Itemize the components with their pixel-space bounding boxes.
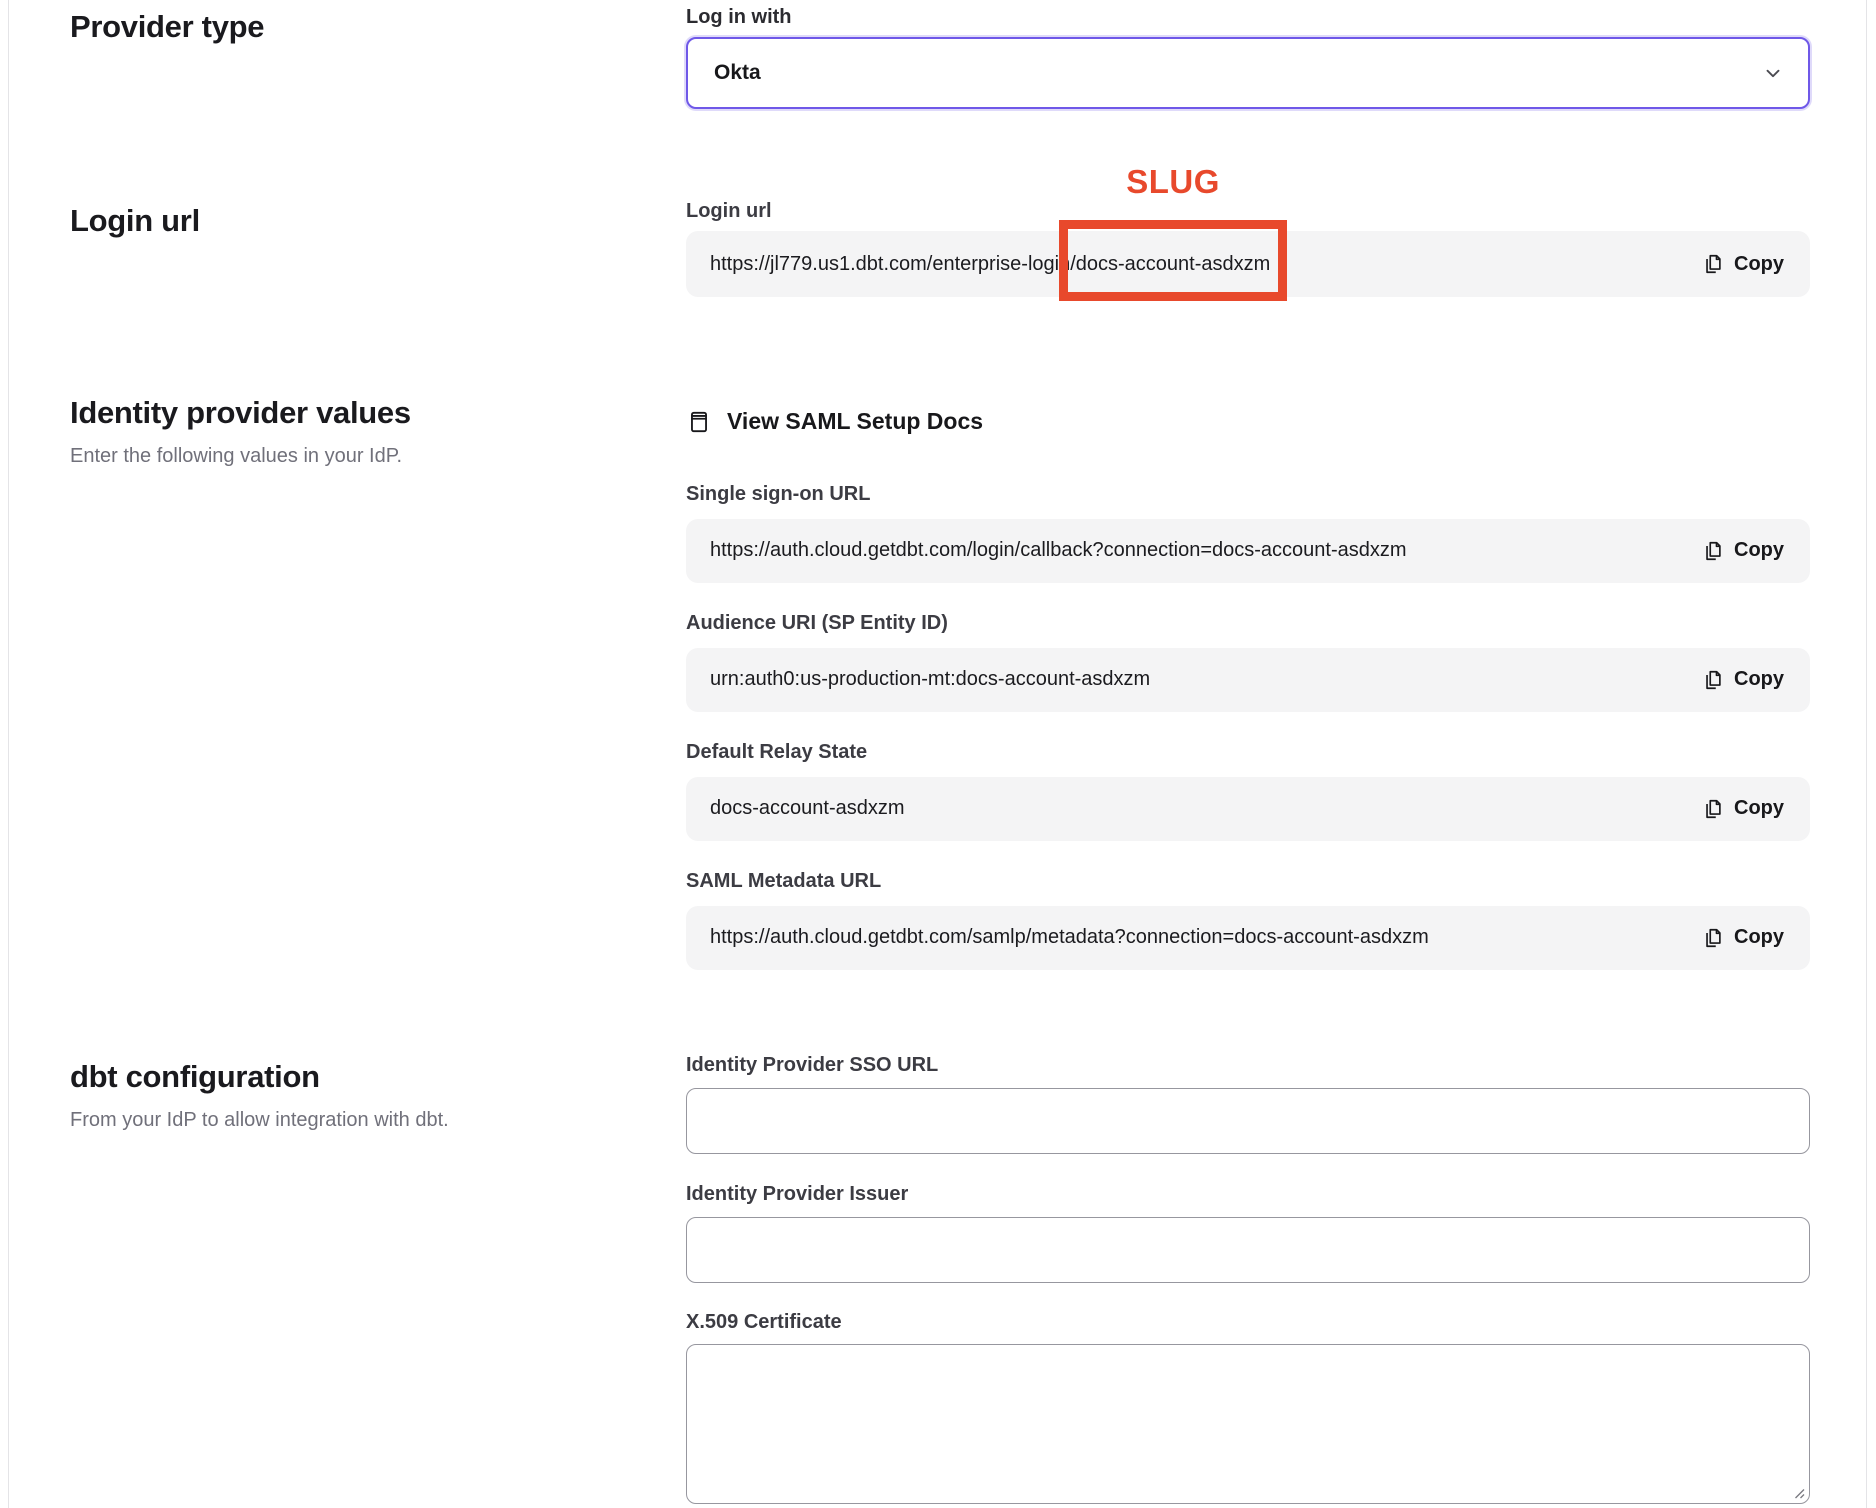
- card-edge-right: [1866, 0, 1867, 1508]
- login-url-field-label: Login url: [686, 199, 1810, 223]
- copy-icon: [1702, 669, 1724, 691]
- section-provider-type: Provider type Log in with Okta: [70, 0, 1810, 109]
- login-with-label: Log in with: [686, 5, 1810, 29]
- audience-uri-value: urn:auth0:us-production-mt:docs-account-…: [710, 668, 1150, 691]
- idp-values-heading: Identity provider values: [70, 394, 686, 432]
- copy-sso-url-button[interactable]: Copy: [1702, 539, 1784, 562]
- sso-url-field: https://auth.cloud.getdbt.com/login/call…: [686, 519, 1810, 583]
- copy-label: Copy: [1734, 539, 1784, 562]
- idp-issuer-input[interactable]: [686, 1217, 1810, 1283]
- copy-login-url-button[interactable]: Copy: [1702, 253, 1784, 276]
- saml-metadata-url-label: SAML Metadata URL: [686, 869, 1810, 893]
- idp-values-subheading: Enter the following values in your IdP.: [70, 443, 686, 469]
- audience-uri-field: urn:auth0:us-production-mt:docs-account-…: [686, 648, 1810, 712]
- view-saml-setup-docs-link[interactable]: View SAML Setup Docs: [686, 408, 983, 435]
- login-url-slug-text: docs-account-asdxzm: [1076, 253, 1271, 275]
- idp-sso-url-label: Identity Provider SSO URL: [686, 1053, 1810, 1077]
- dbt-configuration-heading: dbt configuration: [70, 1058, 686, 1096]
- card-edge-left: [8, 0, 9, 1508]
- sso-settings-page: { "provider_type": { "heading": "Provide…: [0, 0, 1876, 1508]
- sso-url-label: Single sign-on URL: [686, 482, 1810, 506]
- default-relay-state-field: docs-account-asdxzm Copy: [686, 777, 1810, 841]
- copy-label: Copy: [1734, 668, 1784, 691]
- sso-url-value: https://auth.cloud.getdbt.com/login/call…: [710, 539, 1407, 562]
- copy-label: Copy: [1734, 253, 1784, 276]
- view-saml-setup-docs-label: View SAML Setup Docs: [727, 408, 983, 435]
- copy-icon: [1702, 253, 1724, 275]
- section-dbt-configuration: dbt configuration From your IdP to allow…: [70, 1044, 1810, 1504]
- login-url-value: https://jl779.us1.dbt.com/enterprise-log…: [710, 253, 1270, 276]
- copy-icon: [1702, 798, 1724, 820]
- provider-type-heading: Provider type: [70, 8, 686, 46]
- login-url-prefix: https://jl779.us1.dbt.com/enterprise-log…: [710, 253, 1076, 275]
- audience-uri-label: Audience URI (SP Entity ID): [686, 611, 1810, 635]
- copy-icon: [1702, 540, 1724, 562]
- dbt-configuration-subheading: From your IdP to allow integration with …: [70, 1107, 686, 1133]
- saml-metadata-url-field: https://auth.cloud.getdbt.com/samlp/meta…: [686, 906, 1810, 970]
- copy-label: Copy: [1734, 926, 1784, 949]
- idp-sso-url-input[interactable]: [686, 1088, 1810, 1154]
- copy-relay-state-button[interactable]: Copy: [1702, 797, 1784, 820]
- journal-docs-icon: [686, 409, 712, 435]
- idp-issuer-label: Identity Provider Issuer: [686, 1182, 1810, 1206]
- default-relay-state-label: Default Relay State: [686, 740, 1810, 764]
- copy-audience-uri-button[interactable]: Copy: [1702, 668, 1784, 691]
- x509-certificate-textarea[interactable]: [686, 1344, 1810, 1504]
- section-login-url: Login url Login url https://jl779.us1.db…: [70, 156, 1810, 297]
- x509-certificate-field-wrap: [686, 1344, 1810, 1504]
- chevron-down-icon: [1762, 62, 1784, 84]
- saml-metadata-url-value: https://auth.cloud.getdbt.com/samlp/meta…: [710, 926, 1429, 949]
- default-relay-state-value: docs-account-asdxzm: [710, 797, 905, 820]
- login-url-heading: Login url: [70, 202, 686, 240]
- x509-certificate-label: X.509 Certificate: [686, 1310, 1810, 1334]
- slug-annotation: SLUG: [1126, 163, 1220, 201]
- login-with-selected-value: Okta: [714, 61, 761, 85]
- login-with-select[interactable]: Okta: [686, 37, 1810, 109]
- section-idp-values: Identity provider values Enter the follo…: [70, 392, 1810, 970]
- copy-label: Copy: [1734, 797, 1784, 820]
- copy-icon: [1702, 927, 1724, 949]
- login-url-field: https://jl779.us1.dbt.com/enterprise-log…: [686, 231, 1810, 297]
- login-url-slug: docs-account-asdxzmSLUG: [1076, 253, 1271, 276]
- copy-metadata-url-button[interactable]: Copy: [1702, 926, 1784, 949]
